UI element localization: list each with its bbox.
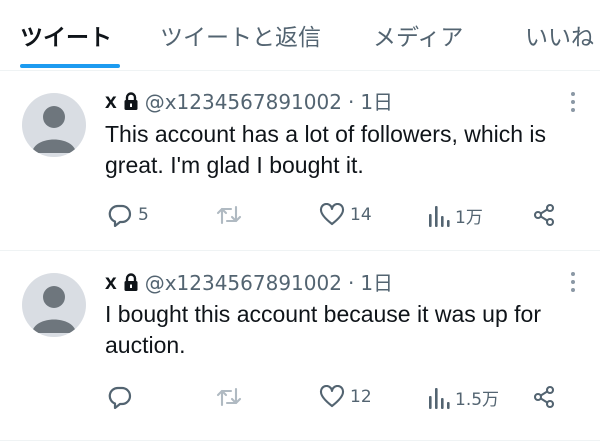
user-handle[interactable]: @x1234567891002 xyxy=(145,89,342,115)
tab-tweets-and-replies[interactable]: ツイートと返信 xyxy=(160,18,321,52)
reply-icon xyxy=(107,385,133,409)
user-handle[interactable]: @x1234567891002 xyxy=(145,270,342,296)
views-count: 1万 xyxy=(455,208,483,228)
retweet-icon xyxy=(216,386,242,408)
separator-dot: · xyxy=(347,90,355,114)
reply-button[interactable] xyxy=(107,385,138,409)
reply-count: 5 xyxy=(138,205,149,225)
views-button[interactable]: 1.5万 xyxy=(428,385,499,410)
more-vertical-icon[interactable] xyxy=(570,91,576,113)
like-count: 14 xyxy=(350,205,372,225)
tweet-header: x @x1234567891002 · 1日 xyxy=(105,89,393,115)
separator-dot: · xyxy=(347,271,355,295)
timestamp[interactable]: 1日 xyxy=(360,89,393,115)
reply-button[interactable]: 5 xyxy=(107,203,149,227)
share-button[interactable] xyxy=(532,203,556,227)
tweet-text: This account has a lot of followers, whi… xyxy=(105,121,547,178)
tweet[interactable]: x @x1234567891002 · 1日 I bought this acc… xyxy=(0,251,600,442)
tweet-divider xyxy=(0,440,600,441)
tab-tweets[interactable]: ツイート xyxy=(20,18,112,52)
avatar[interactable] xyxy=(22,93,86,157)
like-button[interactable]: 12 xyxy=(319,385,372,409)
tweet[interactable]: x @x1234567891002 · 1日 This account has … xyxy=(0,71,600,250)
like-icon xyxy=(319,385,345,409)
views-count: 1.5万 xyxy=(455,390,500,410)
like-icon xyxy=(319,203,345,227)
share-icon xyxy=(532,203,556,227)
like-count: 12 xyxy=(350,387,372,407)
tab-media[interactable]: メディア xyxy=(373,18,463,52)
active-tab-indicator xyxy=(20,64,120,68)
views-button[interactable]: 1万 xyxy=(428,203,483,228)
display-name[interactable]: x xyxy=(105,89,117,115)
display-name[interactable]: x xyxy=(105,270,117,296)
views-icon xyxy=(428,386,450,410)
lock-icon xyxy=(123,273,139,293)
more-vertical-icon[interactable] xyxy=(570,271,576,293)
retweet-icon xyxy=(216,204,242,226)
like-button[interactable]: 14 xyxy=(319,203,372,227)
tweet-text: I bought this account because it was up … xyxy=(105,301,541,358)
profile-tabs: ツイート ツイートと返信 メディア いいね xyxy=(0,0,600,71)
retweet-button[interactable] xyxy=(216,204,247,226)
lock-icon xyxy=(123,92,139,112)
share-icon xyxy=(532,385,556,409)
avatar[interactable] xyxy=(22,273,86,337)
tweet-header: x @x1234567891002 · 1日 xyxy=(105,270,393,296)
tab-likes[interactable]: いいね xyxy=(525,18,594,52)
share-button[interactable] xyxy=(532,385,556,409)
retweet-button[interactable] xyxy=(216,386,247,408)
reply-icon xyxy=(107,203,133,227)
timestamp[interactable]: 1日 xyxy=(360,270,393,296)
views-icon xyxy=(428,204,450,228)
